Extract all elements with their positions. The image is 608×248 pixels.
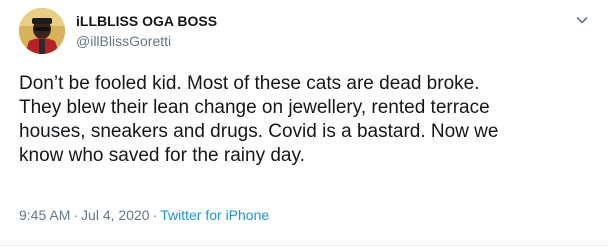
tweet-source-link[interactable]: Twitter for iPhone <box>160 207 269 223</box>
tweet-date[interactable]: Jul 4, 2020 <box>81 207 150 223</box>
tweet-card: iLLBLISS OGA BOSS @illBlissGoretti Don’t… <box>0 0 608 248</box>
divider <box>0 245 608 246</box>
tweet-time[interactable]: 9:45 AM <box>19 207 70 223</box>
meta-separator: · <box>73 207 79 223</box>
avatar-image <box>19 8 65 54</box>
user-handle[interactable]: @illBlissGoretti <box>76 32 171 50</box>
avatar[interactable] <box>19 8 65 54</box>
chevron-down-icon[interactable] <box>574 12 590 28</box>
display-name[interactable]: iLLBLISS OGA BOSS <box>76 12 217 30</box>
meta-separator: · <box>152 207 158 223</box>
tweet-text: Don’t be fooled kid. Most of these cats … <box>19 73 499 166</box>
tweet-meta: 9:45 AM · Jul 4, 2020 · Twitter for iPhone <box>19 206 269 224</box>
